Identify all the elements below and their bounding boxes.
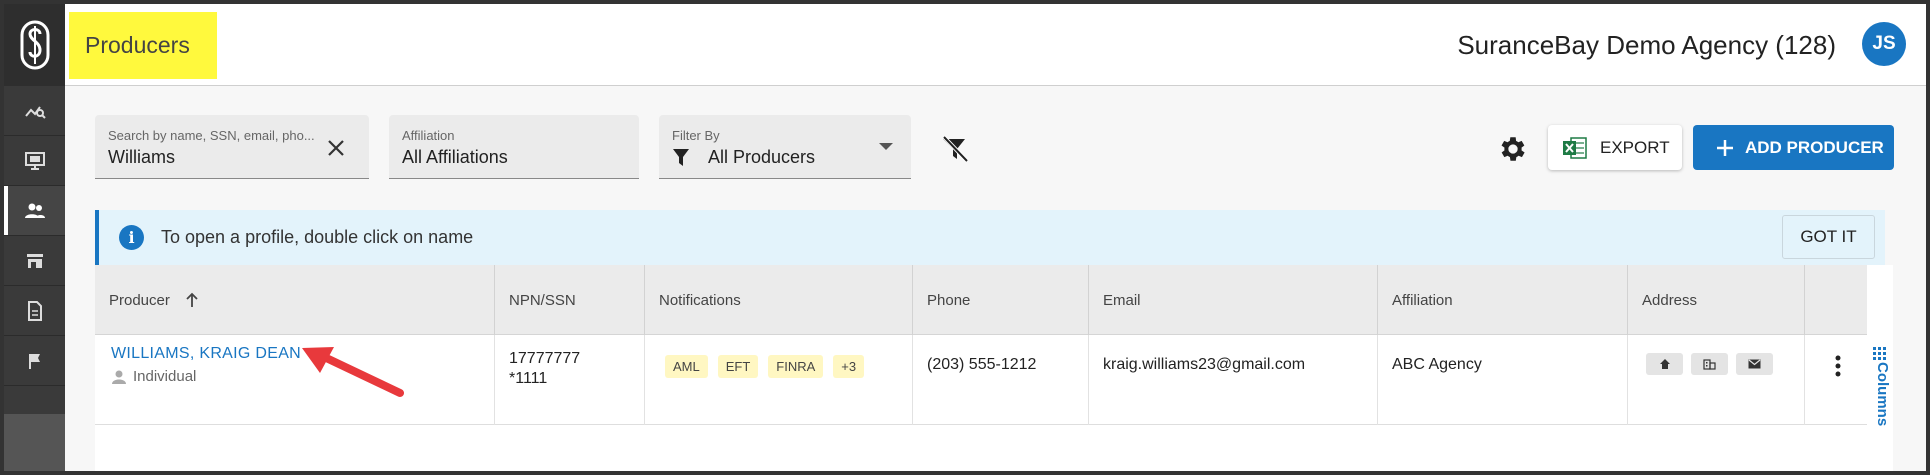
home-address-button[interactable]	[1646, 353, 1683, 375]
add-producer-button[interactable]: ADD PRODUCER	[1693, 125, 1894, 170]
funnel-icon	[673, 149, 689, 166]
filter-by-value: All Producers	[708, 147, 816, 167]
store-icon	[26, 253, 43, 268]
phone-value: (203) 555-1212	[927, 356, 1037, 373]
got-it-button[interactable]: GOT IT	[1782, 215, 1875, 259]
annotation-arrow-icon	[302, 347, 404, 397]
app-logo[interactable]	[4, 4, 65, 86]
mailing-address-button[interactable]	[1736, 353, 1773, 375]
producer-cell: WILLIAMS, KRAIG DEAN Individual	[95, 335, 495, 425]
nav-item-store[interactable]	[4, 236, 65, 286]
page-title-highlight: Producers	[69, 12, 217, 79]
clear-search-icon[interactable]	[325, 137, 347, 159]
gear-icon[interactable]	[1497, 133, 1529, 165]
user-avatar[interactable]: JS	[1862, 22, 1906, 66]
plus-icon	[1717, 139, 1733, 156]
sort-ascending-icon[interactable]	[184, 292, 200, 308]
person-icon	[112, 370, 126, 384]
address-cell	[1628, 335, 1805, 425]
producer-name-link[interactable]: WILLIAMS, KRAIG DEAN	[111, 345, 301, 363]
column-header-notifications[interactable]: Notifications	[645, 265, 913, 335]
notification-more-chip[interactable]: +3	[833, 355, 865, 378]
business-address-button[interactable]	[1691, 353, 1728, 375]
search-label: Search by name, SSN, email, pho...	[108, 128, 315, 143]
nav-item-analytics[interactable]	[4, 86, 65, 136]
agency-name[interactable]: SuranceBay Demo Agency (128)	[1457, 30, 1836, 61]
notification-chip[interactable]: FINRA	[768, 355, 824, 378]
notifications-cell: AML EFT FINRA +3	[645, 335, 913, 425]
column-header-address[interactable]: Address	[1628, 265, 1805, 335]
people-icon	[24, 203, 45, 218]
nav-item-documents[interactable]	[4, 286, 65, 336]
info-banner: i To open a profile, double click on nam…	[95, 210, 1885, 265]
excel-icon	[1563, 136, 1587, 159]
banner-text: To open a profile, double click on name	[161, 227, 474, 247]
column-header-affiliation[interactable]: Affiliation	[1378, 265, 1628, 335]
email-cell: kraig.williams23@gmail.com	[1089, 335, 1378, 425]
npn-value: 17777777	[509, 350, 581, 367]
nav-item-flag[interactable]	[4, 336, 65, 386]
phone-cell: (203) 555-1212	[913, 335, 1089, 425]
filter-by-label: Filter By	[672, 128, 720, 143]
column-header-phone[interactable]: Phone	[913, 265, 1089, 335]
columns-panel-toggle[interactable]: Columns	[1874, 362, 1891, 426]
nav-item-desktop[interactable]	[4, 136, 65, 186]
filter-by-select[interactable]: Filter By All Producers	[659, 115, 911, 179]
notification-chip[interactable]: EFT	[717, 355, 759, 378]
affiliation-label: Affiliation	[402, 128, 455, 143]
add-producer-label: ADD PRODUCER	[1745, 137, 1884, 157]
column-header-npn-ssn[interactable]: NPN/SSN	[495, 265, 645, 335]
notification-chip[interactable]: AML	[665, 355, 708, 378]
sidebar	[4, 4, 65, 471]
building-icon	[1703, 359, 1716, 370]
search-field[interactable]: Search by name, SSN, email, pho... Willi…	[95, 115, 369, 179]
columns-grid-icon[interactable]	[1873, 347, 1887, 361]
nav-item-producers[interactable]	[4, 186, 65, 236]
analytics-icon	[24, 105, 46, 119]
column-header-producer[interactable]: Producer	[95, 265, 495, 335]
npn-ssn-cell: 17777777 *1111	[495, 335, 645, 425]
logo-icon	[20, 20, 49, 70]
document-icon	[27, 300, 42, 321]
affiliation-cell: ABC Agency	[1378, 335, 1628, 425]
column-header-email[interactable]: Email	[1089, 265, 1378, 335]
producer-type: Individual	[111, 368, 196, 385]
more-vertical-icon[interactable]	[1835, 355, 1841, 377]
mail-icon	[1748, 359, 1761, 369]
clear-filters-icon[interactable]	[940, 134, 970, 164]
header: Producers SuranceBay Demo Agency (128) J…	[65, 4, 1926, 86]
monitor-icon	[24, 151, 45, 170]
ssn-value: *1111	[509, 370, 548, 387]
page-title: Producers	[85, 32, 190, 58]
flag-icon	[28, 353, 40, 369]
affiliation-value: ABC Agency	[1392, 356, 1482, 373]
email-value: kraig.williams23@gmail.com	[1103, 356, 1306, 373]
info-icon: i	[119, 225, 144, 250]
search-input[interactable]: Williams	[108, 147, 175, 168]
sidebar-empty-area	[4, 414, 65, 471]
affiliation-value: All Affiliations	[402, 147, 508, 167]
home-icon	[1659, 359, 1670, 369]
column-header-actions	[1805, 265, 1867, 335]
table-header: Producer NPN/SSN Notifications Phone Ema…	[95, 265, 1867, 335]
affiliation-select[interactable]: Affiliation All Affiliations	[389, 115, 639, 179]
export-button[interactable]: EXPORT	[1548, 125, 1682, 170]
chevron-down-icon	[879, 143, 893, 150]
actions-cell	[1805, 335, 1867, 425]
export-label: EXPORT	[1600, 137, 1670, 157]
